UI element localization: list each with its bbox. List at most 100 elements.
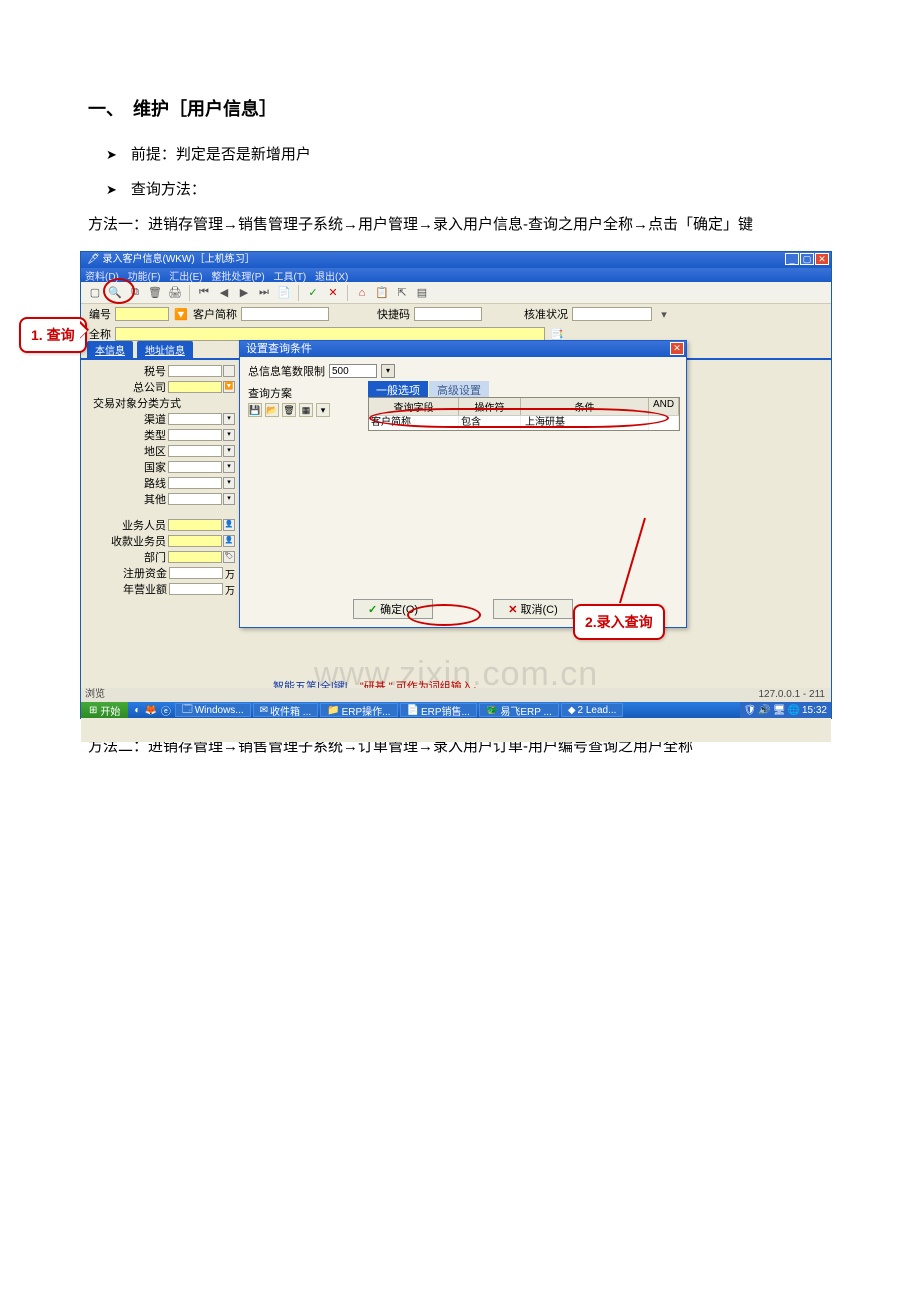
code-input[interactable] — [115, 307, 169, 321]
turnover-input[interactable] — [169, 583, 223, 595]
lookup-icon[interactable]: 👤 — [223, 535, 235, 547]
dropdown-icon[interactable]: ▾ — [656, 306, 672, 322]
abbr-input[interactable] — [241, 307, 329, 321]
tax-input[interactable] — [168, 365, 222, 377]
minimize-button[interactable]: _ — [785, 253, 799, 265]
dropdown-icon[interactable]: ▾ — [223, 429, 235, 441]
open-icon[interactable]: 📂 — [265, 403, 279, 417]
close-button[interactable]: ✕ — [815, 253, 829, 265]
maximize-button[interactable]: ▢ — [800, 253, 814, 265]
lookup-icon[interactable]: 🏷 — [223, 551, 235, 563]
status-mode: 浏览 — [85, 688, 105, 702]
taskbar-item[interactable]: 📄ERP销售... — [400, 703, 477, 717]
taskbar-item[interactable]: 📁ERP操作... — [320, 703, 397, 717]
dropdown-icon[interactable]: ▾ — [316, 403, 330, 417]
folder-icon: 📁 — [327, 705, 339, 716]
menu-func[interactable]: 功能(F) — [128, 272, 161, 283]
report-icon[interactable]: ▤ — [414, 285, 430, 301]
new-doc-icon[interactable]: ▢ — [87, 285, 103, 301]
area-input[interactable] — [168, 445, 222, 457]
other-label: 其他 — [144, 491, 166, 507]
full-input[interactable] — [115, 327, 545, 341]
clipboard-icon[interactable]: 📋 — [374, 285, 390, 301]
quicklaunch-icon[interactable]: 🦊 — [144, 705, 156, 716]
dropdown-icon[interactable]: ▾ — [223, 445, 235, 457]
sales-input[interactable] — [168, 519, 222, 531]
tax-label: 税号 — [144, 363, 166, 379]
lookup-icon[interactable]: 🔽 — [173, 306, 189, 322]
approve-input[interactable] — [572, 307, 652, 321]
tray-icon[interactable]: 🖥 — [773, 705, 786, 716]
cancel-button[interactable]: ✕取消(C) — [493, 599, 573, 619]
menu-export[interactable]: 汇出(E) — [169, 272, 202, 283]
taskbar-item[interactable]: 🗔Windows... — [175, 703, 251, 717]
cancel-icon[interactable]: ✕ — [325, 285, 341, 301]
quick-input[interactable] — [414, 307, 482, 321]
home-icon[interactable]: ⌂ — [354, 285, 370, 301]
tray-icon[interactable]: 🌐 — [788, 705, 800, 716]
taskbar-item[interactable]: ✉收件箱 ... — [253, 703, 319, 717]
menu-batch[interactable]: 整批处理(P) — [211, 272, 264, 283]
delete-icon[interactable]: 🗑 — [282, 403, 296, 417]
dialog-close-button[interactable]: ✕ — [670, 342, 684, 355]
turnover-label: 年营业额 — [123, 581, 167, 597]
save-icon[interactable]: 💾 — [248, 403, 262, 417]
lookup-icon[interactable]: 🔽 — [223, 381, 235, 393]
taskbar-item[interactable]: ◆2 Lead... — [561, 703, 624, 717]
app-icon: 🖋 — [87, 254, 100, 265]
unit-label: 万 — [225, 566, 235, 581]
country-input[interactable] — [168, 461, 222, 473]
delete-icon[interactable]: 🗑 — [147, 285, 163, 301]
bullet-icon: ➤ — [106, 147, 117, 163]
limit-input[interactable] — [329, 364, 377, 378]
channel-input[interactable] — [168, 413, 222, 425]
collector-input[interactable] — [168, 535, 222, 547]
left-form: 税号 总公司🔽 交易对象分类方式 渠道▾ 类型▾ 地区▾ 国家▾ 路线▾ 其他▾… — [87, 364, 235, 598]
callout-enter-query-text: 2.录入查询 — [585, 614, 653, 630]
dept-label: 部门 — [144, 549, 166, 565]
first-icon[interactable]: ⏮ — [196, 285, 212, 301]
dept-input[interactable] — [168, 551, 222, 563]
sheet-icon[interactable]: 📄 — [276, 285, 292, 301]
last-icon[interactable]: ⏭ — [256, 285, 272, 301]
export-icon[interactable]: ⇱ — [394, 285, 410, 301]
tray-icon[interactable]: 🔊 — [758, 705, 770, 716]
toolbar-separator — [298, 285, 299, 301]
grid-icon[interactable]: ▦ — [299, 403, 313, 417]
tray-icon[interactable]: 🛡 — [744, 705, 757, 716]
menu-tool[interactable]: 工具(T) — [273, 272, 306, 283]
dropdown-icon[interactable]: ▾ — [223, 461, 235, 473]
menubar[interactable]: 资料(D) 功能(F) 汇出(E) 整批处理(P) 工具(T) 退出(X) — [81, 268, 831, 282]
lookup-icon[interactable]: 👤 — [223, 519, 235, 531]
other-input[interactable] — [168, 493, 222, 505]
menu-exit[interactable]: 退出(X) — [315, 272, 348, 283]
quicklaunch-icon[interactable]: ◐ — [134, 705, 140, 716]
confirm-icon[interactable]: ✓ — [305, 285, 321, 301]
quicklaunch-icon[interactable]: ⓔ — [161, 703, 171, 718]
callout-query: 1. 查询 — [19, 317, 87, 353]
route-input[interactable] — [168, 477, 222, 489]
type-input[interactable] — [168, 429, 222, 441]
tab-address[interactable]: 地址信息 — [137, 341, 193, 358]
prev-icon[interactable]: ◀ — [216, 285, 232, 301]
code-label: 编号 — [89, 306, 111, 322]
dropdown-icon[interactable]: ▾ — [223, 413, 235, 425]
cross-icon: ✕ — [508, 603, 517, 616]
dropdown-icon[interactable]: ▾ — [223, 477, 235, 489]
dropdown-icon[interactable] — [223, 365, 235, 377]
bullet-querymethod: ➤查询方法： — [106, 178, 840, 199]
tab-basic[interactable]: 本信息 — [87, 341, 133, 358]
clock: 15:32 — [802, 705, 827, 716]
check-icon: ✓ — [368, 603, 377, 616]
window-title: 录入客户信息(WKW)［上机练习］ — [102, 254, 254, 265]
head-input[interactable] — [168, 381, 222, 393]
taskbar-item[interactable]: 🐲易飞ERP ... — [479, 703, 559, 717]
app-icon: 🐲 — [486, 705, 498, 716]
start-button[interactable]: ⊞开始 — [81, 702, 128, 718]
annotation-circle-query — [103, 278, 135, 304]
dropdown-icon[interactable]: ▾ — [381, 364, 395, 378]
next-icon[interactable]: ▶ — [236, 285, 252, 301]
print-icon[interactable]: 🖨 — [167, 285, 183, 301]
capital-input[interactable] — [169, 567, 223, 579]
dropdown-icon[interactable]: ▾ — [223, 493, 235, 505]
